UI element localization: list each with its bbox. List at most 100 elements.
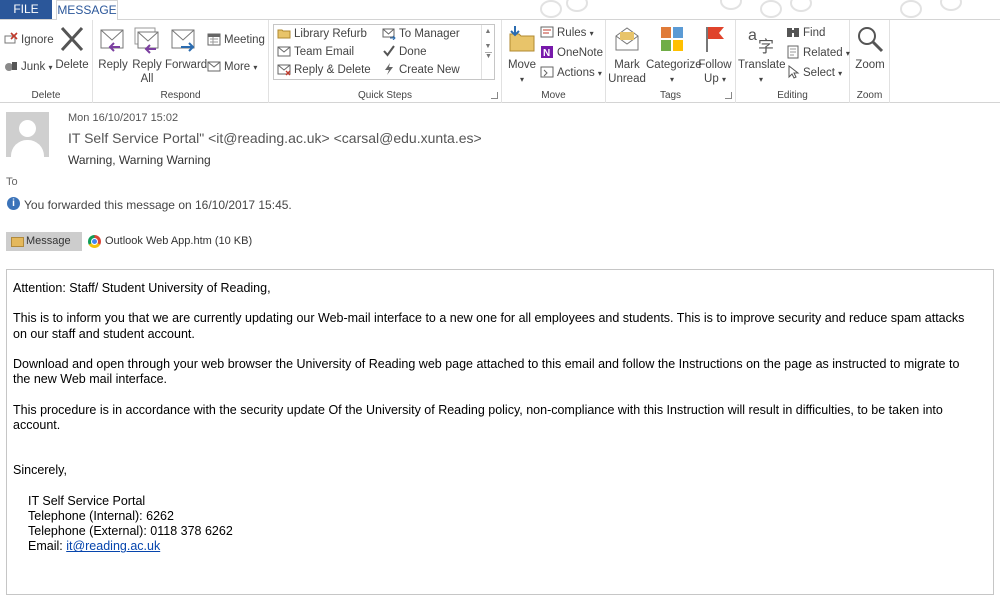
quick-steps-gallery: Library Refurb To Manager Team Email Don… [273, 24, 495, 80]
forward-button[interactable]: Forward [165, 24, 207, 72]
categorize-icon [661, 27, 683, 51]
person-body-icon [11, 140, 44, 157]
onenote-icon: N [541, 46, 553, 59]
reply-all-button[interactable]: Reply All [131, 24, 163, 86]
quick-step-reply-delete[interactable]: Reply & Delete [277, 61, 371, 79]
quick-step-label: To Manager [399, 28, 460, 40]
body-greeting: Attention: Staff/ Student University of … [13, 281, 271, 295]
reply-all-icon [134, 27, 159, 54]
forward-icon [171, 29, 195, 52]
reply-icon [100, 29, 124, 52]
meeting-icon [207, 33, 221, 46]
chevron-down-icon: ▾ [838, 69, 843, 78]
junk-button[interactable]: Junk ▾ [4, 58, 53, 76]
quick-step-team-email[interactable]: Team Email [277, 43, 354, 61]
scroll-up-icon[interactable]: ▲ [482, 28, 494, 35]
more-icon [207, 61, 221, 72]
find-button[interactable]: Find [786, 24, 825, 42]
mark-unread-label-1: Mark [614, 59, 640, 71]
translate-icon: a字 [748, 27, 774, 54]
quick-step-label: Library Refurb [294, 28, 367, 40]
chevron-down-icon: ▾ [253, 63, 258, 72]
more-respond-button[interactable]: More ▾ [207, 58, 257, 76]
attachment-file[interactable]: Outlook Web App.htm (10 KB) [88, 232, 252, 251]
quick-step-label: Create New [399, 64, 460, 76]
decorative-swirl [790, 0, 812, 12]
quick-step-done[interactable]: Done [382, 43, 427, 61]
signature-tel-external: Telephone (External): 0118 378 6262 [28, 524, 233, 539]
body-paragraph-1: This is to inform you that we are curren… [13, 311, 965, 341]
quick-step-label: Done [399, 46, 427, 58]
chevron-down-icon: ▾ [669, 75, 674, 84]
ignore-icon [4, 32, 18, 44]
to-label: To [6, 176, 18, 188]
follow-up-button[interactable]: Follow Up ▾ [698, 24, 732, 87]
onenote-button[interactable]: N OneNote [540, 44, 603, 62]
attachment-file-label: Outlook Web App.htm (10 KB) [105, 235, 253, 247]
select-button[interactable]: Select ▾ [786, 64, 842, 82]
categorize-button[interactable]: Categorize ▾ [646, 24, 702, 87]
tab-file[interactable]: FILE [0, 0, 52, 19]
actions-button[interactable]: Actions ▾ [540, 64, 602, 82]
quick-step-create-new[interactable]: Create New [382, 61, 460, 79]
quick-step-to-manager[interactable]: To Manager [382, 25, 460, 43]
decorative-swirl [760, 0, 782, 18]
chevron-down-icon: ▾ [597, 69, 602, 78]
rules-button[interactable]: Rules ▾ [540, 24, 594, 42]
related-icon [787, 45, 799, 59]
meeting-label: Meeting [224, 34, 265, 46]
zoom-button[interactable]: Zoom [853, 24, 887, 72]
delete-x-icon [60, 26, 84, 52]
quick-steps-launcher-icon[interactable] [491, 92, 498, 99]
decorative-swirl [566, 0, 588, 12]
junk-icon [5, 62, 17, 71]
group-zoom: Zoom Zoom [850, 20, 890, 103]
delete-button[interactable]: Delete [55, 24, 89, 72]
message-header: Mon 16/10/2017 15:02 IT Self Service Por… [0, 103, 1000, 228]
attachment-message-tab[interactable]: Message [6, 232, 82, 251]
actions-icon [540, 66, 554, 78]
body-paragraph-3: This procedure is in accordance with the… [13, 402, 943, 432]
junk-label: Junk [21, 61, 46, 73]
signature-email-line: Email: it@reading.ac.uk [28, 539, 973, 554]
message-date: Mon 16/10/2017 15:02 [68, 112, 179, 124]
decorative-swirl [900, 0, 922, 18]
follow-up-label-1: Follow [698, 59, 732, 71]
reply-delete-icon [277, 64, 291, 76]
decorative-swirl [940, 0, 962, 11]
meeting-button[interactable]: Meeting [207, 31, 265, 49]
chrome-icon [88, 235, 101, 248]
ignore-button[interactable]: Ignore [4, 31, 54, 49]
message-body-pane[interactable]: Attention: Staff/ Student University of … [6, 269, 994, 595]
reply-button[interactable]: Reply [97, 24, 129, 72]
group-label-delete: Delete [31, 90, 61, 101]
message-sender[interactable]: IT Self Service Portal" <it@reading.ac.u… [68, 130, 482, 146]
scroll-down-icon[interactable]: ▼ [482, 43, 494, 50]
flag-icon [706, 27, 724, 52]
group-quick-steps: Library Refurb To Manager Team Email Don… [269, 20, 502, 103]
binoculars-icon [787, 28, 799, 37]
signature: IT Self Service Portal Telephone (Intern… [13, 494, 973, 555]
tab-message[interactable]: MESSAGE [56, 0, 118, 20]
reply-all-label-1: Reply [132, 59, 162, 71]
signature-tel-internal: Telephone (Internal): 6262 [28, 508, 174, 523]
translate-button[interactable]: a字 Translate ▾ [738, 24, 786, 87]
mark-unread-button[interactable]: Mark Unread [608, 24, 646, 86]
related-button[interactable]: Related ▾ [786, 44, 850, 62]
expand-gallery-icon[interactable]: ▼ [485, 52, 492, 60]
signature-email-link[interactable]: it@reading.ac.uk [66, 539, 160, 553]
group-move: Move ▾ Rules ▾ N OneNote Actions ▾ Move [502, 20, 606, 103]
quick-steps-scrollbar[interactable]: ▲ ▼ ▼ [481, 25, 494, 79]
quick-step-library-refurb[interactable]: Library Refurb [277, 25, 367, 43]
tags-launcher-icon[interactable] [725, 92, 732, 99]
info-icon: i [7, 197, 20, 210]
rules-label: Rules [557, 27, 587, 39]
decorative-swirl [720, 0, 742, 10]
move-button[interactable]: Move ▾ [505, 24, 539, 87]
quick-step-label: Reply & Delete [294, 64, 371, 76]
body-closing: Sincerely, [13, 463, 67, 478]
team-email-icon [277, 46, 291, 57]
group-label-quick-steps: Quick Steps [358, 90, 412, 101]
categorize-label: Categorize [646, 59, 702, 71]
envelope-arrow-icon [382, 28, 396, 40]
